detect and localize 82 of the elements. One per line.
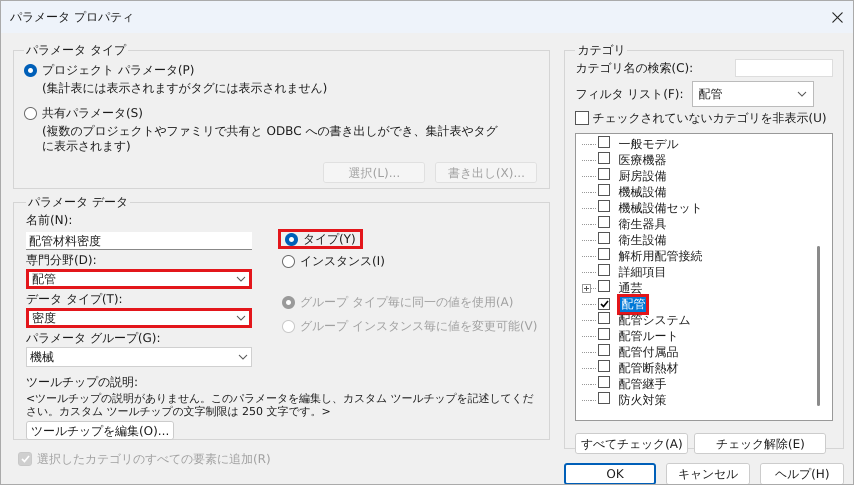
tree-item[interactable]: 配管 <box>617 294 650 314</box>
checkbox[interactable] <box>575 111 590 125</box>
checkbox[interactable] <box>598 298 610 310</box>
checkbox[interactable] <box>598 280 610 292</box>
checkbox-label: 選択したカテゴリのすべての要素に追加(R) <box>37 451 271 468</box>
checkbox[interactable] <box>598 312 610 324</box>
field-label: ツールチップの説明: <box>26 374 140 391</box>
radio-button[interactable] <box>24 64 37 76</box>
dialog-button[interactable]: ヘルプ(H) <box>760 463 844 484</box>
tooltip-description: <ツールチップの説明がありません。このパラメータを編集し、カスタム ツールチップを記述してください。カスタム ツールチップの文字制限は 250 文字です。> <box>26 392 535 418</box>
radio-option[interactable]: タイプ(Y) <box>278 229 363 249</box>
dialog-button[interactable]: OK <box>564 463 656 484</box>
tree-item[interactable]: 配管ルート <box>617 328 680 344</box>
tree-item[interactable]: 衛生器具 <box>617 216 668 232</box>
search-field[interactable] <box>735 59 834 77</box>
tree-item[interactable]: 機械設備 <box>617 184 668 200</box>
tree-item[interactable]: 通芸 <box>617 280 644 296</box>
chevron-down-icon <box>236 276 246 282</box>
checkbox[interactable] <box>598 248 610 260</box>
field-label: パラメータ グループ(G): <box>26 330 162 347</box>
tree-item[interactable]: 医療機器 <box>617 152 668 168</box>
dropdown[interactable]: 機械 <box>26 347 252 367</box>
tree-item[interactable]: 一般モデル <box>617 136 680 152</box>
option-note: (集計表には表示されますがタグには表示されません) <box>41 81 328 96</box>
chevron-down-icon <box>236 315 246 321</box>
group-title: パラメータ データ <box>27 194 129 211</box>
name-field[interactable]: 配管材料密度 <box>26 232 252 250</box>
checkbox[interactable] <box>598 184 610 196</box>
checkmark-icon <box>600 300 609 308</box>
field-label: 名前(N): <box>26 212 74 229</box>
checkbox[interactable] <box>598 232 610 244</box>
group-title: パラメータ タイプ <box>25 42 128 59</box>
checkbox[interactable] <box>598 360 610 372</box>
checkbox[interactable] <box>598 168 610 180</box>
dialog-button[interactable]: キャンセル <box>666 463 750 484</box>
checkbox[interactable] <box>598 152 610 164</box>
tree-item[interactable]: 詳細項目 <box>617 264 668 280</box>
window-title: パラメータ プロパティ <box>10 9 134 26</box>
field-label: フィルタ リスト(F): <box>575 86 684 103</box>
checkbox[interactable] <box>598 264 610 276</box>
tree-item[interactable]: 衛生設備 <box>617 232 668 248</box>
field-label: 専門分野(D): <box>26 252 98 269</box>
tree-item[interactable]: 配管断熱材 <box>617 360 680 376</box>
option-note: (複数のプロジェクトやファミリで共有と ODBC への書き出しができ、集計表やタグに表示されます) <box>41 124 499 154</box>
group-title: カテゴリ <box>576 42 626 59</box>
chevron-down-icon <box>796 91 807 97</box>
scrollbar[interactable] <box>817 246 820 406</box>
tree-item[interactable]: 配管システム <box>617 312 692 328</box>
radio-label: プロジェクト パラメータ(P) <box>42 62 194 79</box>
checkbox[interactable] <box>598 344 610 356</box>
tree-item[interactable]: 配管付属品 <box>617 344 680 360</box>
dropdown[interactable]: 配管 <box>692 81 814 107</box>
radio-label: グループ インスタンス毎に値を変更可能(V) <box>300 318 538 335</box>
checkbox[interactable] <box>598 376 610 388</box>
radio-option[interactable]: インスタンス(I) <box>278 251 389 271</box>
radio-button[interactable] <box>285 232 298 246</box>
checkbox[interactable] <box>598 216 610 228</box>
close-icon[interactable] <box>832 12 843 22</box>
checkbox[interactable] <box>598 200 610 212</box>
checkbox-label: チェックされていないカテゴリを非表示(U) <box>592 110 827 127</box>
checkbox[interactable] <box>598 136 610 148</box>
dialog-button[interactable]: チェック解除(E) <box>694 433 826 454</box>
tree-item[interactable]: 解析用配管接続 <box>617 248 704 264</box>
chevron-down-icon <box>238 354 248 360</box>
field-label: カテゴリ名の検索(C): <box>575 60 694 77</box>
tree-item[interactable]: 配管継手 <box>617 376 668 392</box>
dialog-button[interactable]: すべてチェック(A) <box>575 433 688 454</box>
checkbox[interactable] <box>598 392 610 404</box>
dropdown[interactable]: 密度 <box>26 308 252 328</box>
checkbox[interactable] <box>598 328 610 340</box>
field-label: データ タイプ(T): <box>26 291 124 308</box>
expand-icon[interactable] <box>582 284 592 292</box>
radio-button[interactable] <box>282 254 295 268</box>
tree-item[interactable]: 防火対策 <box>617 392 668 408</box>
tree-item[interactable]: 厨房設備 <box>617 168 668 184</box>
edit-tooltip-button[interactable]: ツールチップを編集(O)... <box>26 421 174 440</box>
radio-label: グループ タイプ毎に同一の値を使用(A) <box>300 294 514 311</box>
checkmark-icon <box>20 455 30 463</box>
tree-item[interactable]: 機械設備セット <box>617 200 704 216</box>
radio-label: 共有パラメータ(S) <box>42 105 143 122</box>
dropdown[interactable]: 配管 <box>26 269 252 289</box>
radio-button[interactable] <box>24 106 37 120</box>
